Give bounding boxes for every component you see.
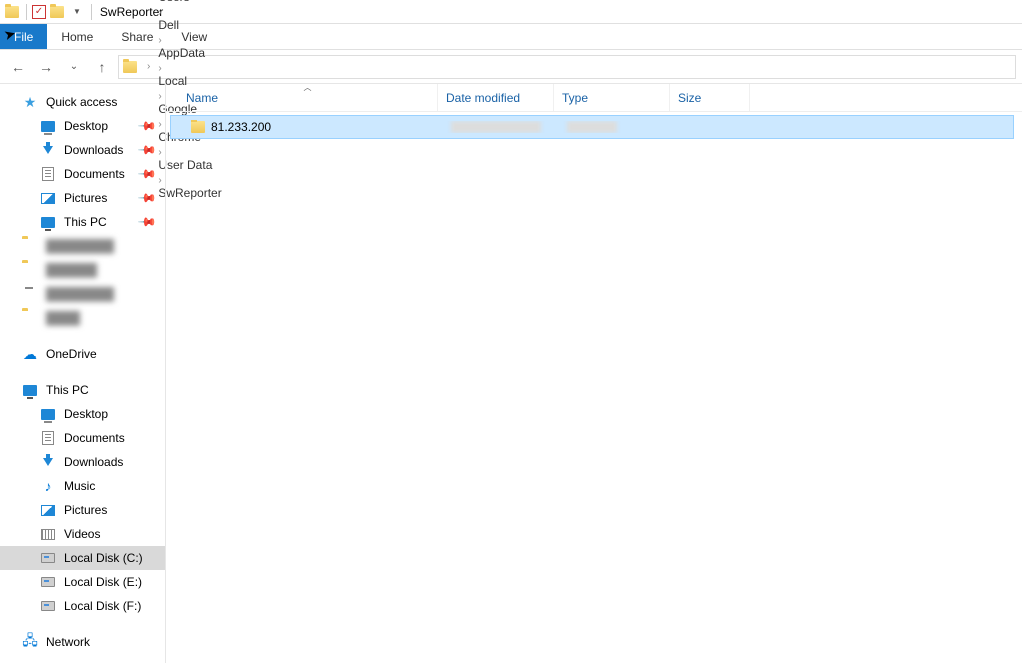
content-pane: Name︿ Date modified Type Size 81.233.200 — [166, 84, 1022, 663]
sidebar-downloads[interactable]: Downloads 📌 — [0, 138, 165, 162]
sidebar-music[interactable]: ♪ Music — [0, 474, 165, 498]
up-button[interactable]: ↑ — [90, 55, 114, 79]
sidebar-this-pc[interactable]: This PC — [0, 378, 165, 402]
label: Documents — [64, 431, 125, 445]
label: Network — [46, 635, 90, 649]
dropdown-icon[interactable]: ▼ — [73, 7, 81, 16]
chevron-right-icon[interactable]: › — [154, 63, 165, 74]
file-type — [559, 121, 675, 133]
redacted-item: ████ — [0, 306, 165, 330]
pc-icon — [40, 214, 56, 230]
desktop-icon — [40, 118, 56, 134]
sidebar-desktop[interactable]: Desktop — [0, 402, 165, 426]
column-size[interactable]: Size — [670, 84, 750, 111]
pin-icon: 📌 — [137, 164, 157, 184]
pin-icon: 📌 — [137, 140, 157, 160]
folder-icon — [123, 61, 137, 73]
column-date[interactable]: Date modified — [438, 84, 554, 111]
pin-icon: 📌 — [137, 212, 157, 232]
redacted-item: ██████ — [0, 258, 165, 282]
forward-button[interactable]: → — [34, 55, 58, 79]
redacted-item: ████████ — [0, 282, 165, 306]
sidebar-this-pc[interactable]: This PC 📌 — [0, 210, 165, 234]
file-row[interactable]: 81.233.200 — [170, 115, 1014, 139]
check-icon[interactable]: ✓ — [31, 4, 47, 20]
pin-icon: 📌 — [137, 116, 157, 136]
label: This PC — [64, 215, 107, 229]
navigation-pane: ★ Quick access Desktop 📌 Downloads 📌 Docume… — [0, 84, 166, 663]
pictures-icon — [40, 502, 56, 518]
label: Local Disk (E:) — [64, 575, 142, 589]
label: Downloads — [64, 143, 123, 157]
sidebar-local-disk-f[interactable]: Local Disk (F:) — [0, 594, 165, 618]
download-icon — [40, 142, 56, 158]
label: Local Disk (F:) — [64, 599, 141, 613]
file-tab[interactable]: File — [0, 24, 47, 49]
network-icon: 🖧 — [22, 634, 38, 650]
folder-icon — [4, 4, 20, 20]
label: OneDrive — [46, 347, 97, 361]
sidebar-documents[interactable]: Documents 📌 — [0, 162, 165, 186]
folder-icon — [191, 121, 205, 133]
pc-icon — [22, 382, 38, 398]
column-headers: Name︿ Date modified Type Size — [166, 84, 1022, 112]
disk-icon — [40, 550, 56, 566]
quick-access[interactable]: ★ Quick access — [0, 90, 165, 114]
sidebar-downloads[interactable]: Downloads — [0, 450, 165, 474]
label: Music — [64, 479, 95, 493]
file-date — [443, 121, 559, 133]
folder-icon[interactable] — [49, 4, 65, 20]
sidebar-desktop[interactable]: Desktop 📌 — [0, 114, 165, 138]
title-bar: ✓ ▼ SwReporter — [0, 0, 1022, 24]
ribbon: File Home Share View — [0, 24, 1022, 50]
file-name: 81.233.200 — [211, 120, 271, 134]
download-icon — [40, 454, 56, 470]
sidebar-pictures[interactable]: Pictures — [0, 498, 165, 522]
redacted-item: ████████ — [0, 234, 165, 258]
pictures-icon — [40, 190, 56, 206]
sidebar-pictures[interactable]: Pictures 📌 — [0, 186, 165, 210]
label: Downloads — [64, 455, 123, 469]
cloud-icon: ☁ — [22, 346, 38, 362]
disk-icon — [40, 574, 56, 590]
recent-dropdown-icon[interactable]: ⌄ — [62, 55, 86, 79]
home-tab[interactable]: Home — [47, 24, 107, 49]
label: This PC — [46, 383, 89, 397]
sidebar-documents[interactable]: Documents — [0, 426, 165, 450]
breadcrumb-segment[interactable]: Dell — [154, 18, 241, 32]
video-icon — [40, 526, 56, 542]
sidebar-network[interactable]: 🖧 Network — [0, 630, 165, 654]
back-button[interactable]: ← — [6, 55, 30, 79]
label: Pictures — [64, 503, 107, 517]
disk-icon — [40, 598, 56, 614]
desktop-icon — [40, 406, 56, 422]
pin-icon: 📌 — [137, 188, 157, 208]
sidebar-videos[interactable]: Videos — [0, 522, 165, 546]
column-type[interactable]: Type — [554, 84, 670, 111]
sidebar-onedrive[interactable]: ☁ OneDrive — [0, 342, 165, 366]
address-bar[interactable]: › This PC›Local Disk (C:)›Users›Dell›App… — [118, 55, 1016, 79]
breadcrumb-segment[interactable]: AppData — [154, 46, 241, 60]
label: Pictures — [64, 191, 107, 205]
label: Local Disk (C:) — [64, 551, 143, 565]
label: Documents — [64, 167, 125, 181]
sidebar-local-disk-c[interactable]: Local Disk (C:) — [0, 546, 165, 570]
chevron-right-icon[interactable]: › — [154, 7, 165, 18]
sidebar-local-disk-e[interactable]: Local Disk (E:) — [0, 570, 165, 594]
chevron-right-icon[interactable]: › — [154, 35, 165, 46]
label: Desktop — [64, 119, 108, 133]
breadcrumb-segment[interactable]: Users — [154, 0, 241, 4]
sort-asc-icon: ︿ — [304, 82, 312, 93]
document-icon — [40, 430, 56, 446]
label: Videos — [64, 527, 100, 541]
chevron-right-icon[interactable]: › — [143, 61, 154, 72]
music-icon: ♪ — [40, 478, 56, 494]
label: Quick access — [46, 95, 117, 109]
label: Desktop — [64, 407, 108, 421]
nav-bar: ← → ⌄ ↑ › This PC›Local Disk (C:)›Users›… — [0, 50, 1022, 84]
column-name[interactable]: Name︿ — [178, 84, 438, 111]
star-icon: ★ — [22, 94, 38, 110]
document-icon — [40, 166, 56, 182]
